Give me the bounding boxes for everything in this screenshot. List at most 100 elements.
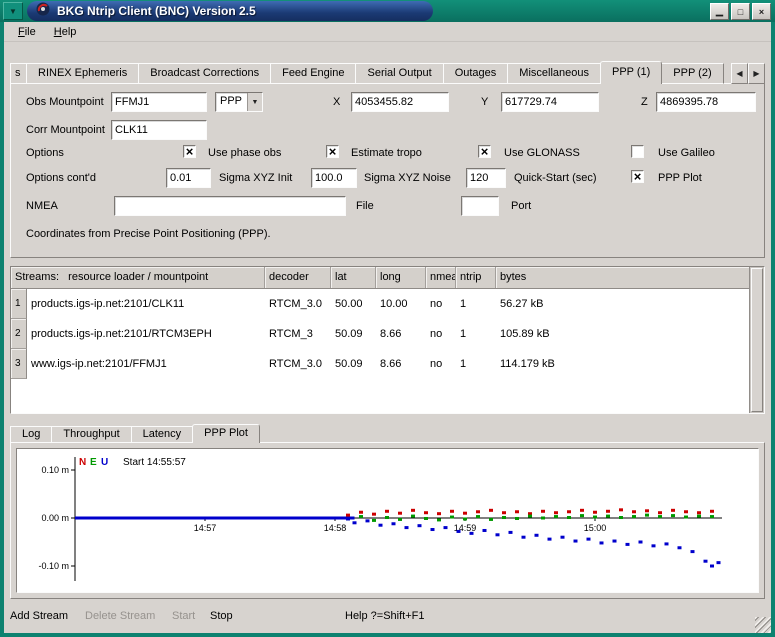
minimize-button[interactable]: ▁ xyxy=(710,3,729,20)
obs-mountpoint-input[interactable] xyxy=(111,92,207,112)
use-phase-obs-checkbox[interactable]: × xyxy=(183,145,196,158)
tab-log[interactable]: Log xyxy=(10,426,52,443)
plot-legend: NEUStart 14:55:57 xyxy=(79,457,186,468)
ppp-plot-checkbox[interactable]: × xyxy=(631,170,644,183)
estimate-tropo-checkbox[interactable]: × xyxy=(326,145,339,158)
start-button[interactable]: Start xyxy=(172,610,195,622)
tab-scroll-left-button[interactable]: ◀ xyxy=(731,63,748,84)
tab-clipped[interactable]: s xyxy=(10,63,27,84)
table-row[interactable]: 1 products.igs-ip.net:2101/CLK11 RTCM_3.… xyxy=(11,289,749,319)
bnc-app-icon xyxy=(36,2,50,21)
sigma-xyz-init-label: Sigma XYZ Init xyxy=(219,172,292,184)
table-row[interactable]: 3 www.igs-ip.net:2101/FFMJ1 RTCM_3.0 50.… xyxy=(11,349,749,379)
table-empty-area xyxy=(11,379,749,413)
streams-table: Streams: resource loader / mountpoint de… xyxy=(10,266,765,414)
z-label: Z xyxy=(641,96,648,108)
use-phase-obs-label: Use phase obs xyxy=(208,147,281,159)
header-ntrip[interactable]: ntrip xyxy=(456,267,496,288)
cell-decoder: RTCM_3.0 xyxy=(265,349,331,379)
quick-start-input[interactable] xyxy=(466,168,506,188)
tab-rinex-ephemeris[interactable]: RINEX Ephemeris xyxy=(26,63,139,84)
plot-series-U xyxy=(346,517,721,567)
menu-help[interactable]: Help xyxy=(46,24,85,40)
cell-ntrip: 1 xyxy=(456,319,496,349)
corr-mountpoint-label: Corr Mountpoint xyxy=(26,124,105,136)
stop-button[interactable]: Stop xyxy=(210,610,233,622)
close-button[interactable]: × xyxy=(752,3,771,20)
cell-decoder: RTCM_3 xyxy=(265,319,331,349)
svg-text:0.00 m: 0.00 m xyxy=(41,513,69,523)
cell-ntrip: 1 xyxy=(456,289,496,319)
title-area: BKG Ntrip Client (BNC) Version 2.5 xyxy=(27,1,433,21)
close-icon: × xyxy=(759,7,764,17)
options-label: Options xyxy=(26,147,64,159)
header-decoder[interactable]: decoder xyxy=(265,267,331,288)
use-galileo-checkbox[interactable] xyxy=(631,145,644,158)
menu-file[interactable]: File xyxy=(10,24,44,40)
header-bytes[interactable]: bytes xyxy=(496,267,749,288)
header-nmea[interactable]: nmea xyxy=(426,267,456,288)
tab-latency[interactable]: Latency xyxy=(131,426,194,443)
resize-grip[interactable] xyxy=(755,617,771,633)
header-long[interactable]: long xyxy=(376,267,426,288)
delete-stream-button[interactable]: Delete Stream xyxy=(85,610,155,622)
tab-ppp-plot[interactable]: PPP Plot xyxy=(192,424,260,443)
svg-text:15:00: 15:00 xyxy=(584,523,607,533)
tab-miscellaneous[interactable]: Miscellaneous xyxy=(507,63,601,84)
header-streams[interactable]: Streams: resource loader / mountpoint xyxy=(11,267,265,288)
cell-decoder: RTCM_3.0 xyxy=(265,289,331,319)
y-label: Y xyxy=(481,96,488,108)
sigma-xyz-init-input[interactable] xyxy=(166,168,211,188)
port-label: Port xyxy=(511,200,531,212)
window-menu-icon: ▼ xyxy=(9,7,17,16)
ppp-plot-canvas: 0.10 m0.00 m-0.10 m14:5714:5814:5915:00N… xyxy=(16,448,759,593)
cell-bytes: 56.27 kB xyxy=(496,289,749,319)
footer-bar: Add Stream Delete Stream Start Stop Help… xyxy=(10,604,765,630)
window-menu-button[interactable]: ▼ xyxy=(3,2,23,20)
use-glonass-checkbox[interactable]: × xyxy=(478,145,491,158)
tab-broadcast-corrections[interactable]: Broadcast Corrections xyxy=(138,63,271,84)
header-lat[interactable]: lat xyxy=(331,267,376,288)
nmea-file-input[interactable] xyxy=(114,196,346,216)
tab-feed-engine[interactable]: Feed Engine xyxy=(270,63,356,84)
cell-long: 10.00 xyxy=(376,289,426,319)
streams-table-header: Streams: resource loader / mountpoint de… xyxy=(11,267,749,289)
table-row[interactable]: 2 products.igs-ip.net:2101/RTCM3EPH RTCM… xyxy=(11,319,749,349)
y-coordinate-input[interactable] xyxy=(501,92,599,112)
minimize-icon: ▁ xyxy=(716,6,723,17)
titlebar[interactable]: ▼ BKG Ntrip Client (BNC) Version 2.5 ▁ □… xyxy=(0,0,775,22)
corr-mountpoint-input[interactable] xyxy=(111,120,207,140)
nmea-port-input[interactable] xyxy=(461,196,499,216)
sigma-xyz-noise-input[interactable] xyxy=(311,168,357,188)
x-coordinate-input[interactable] xyxy=(351,92,449,112)
ppp-mode-combo-value: PPP xyxy=(216,93,247,111)
svg-text:U: U xyxy=(101,457,108,468)
add-stream-button[interactable]: Add Stream xyxy=(10,610,68,622)
cell-bytes: 114.179 kB xyxy=(496,349,749,379)
tab-serial-output[interactable]: Serial Output xyxy=(355,63,443,84)
plot-tabbar: Log Throughput Latency PPP Plot xyxy=(10,424,260,443)
combo-arrow-icon: ▼ xyxy=(247,93,262,111)
maximize-icon: □ xyxy=(738,7,743,17)
tab-ppp-1[interactable]: PPP (1) xyxy=(600,61,662,84)
maximize-button[interactable]: □ xyxy=(731,3,750,20)
tab-ppp-2[interactable]: PPP (2) xyxy=(661,63,723,84)
ppp-plot-panel: 0.10 m0.00 m-0.10 m14:5714:5814:5915:00N… xyxy=(10,442,765,599)
svg-text:E: E xyxy=(90,457,97,468)
left-arrow-icon: ◀ xyxy=(736,69,742,78)
tab-throughput[interactable]: Throughput xyxy=(51,426,131,443)
table-scrollbar[interactable] xyxy=(749,267,764,413)
cell-bytes: 105.89 kB xyxy=(496,319,749,349)
cell-lat: 50.09 xyxy=(331,349,376,379)
estimate-tropo-label: Estimate tropo xyxy=(351,147,422,159)
table-scrollbar-thumb[interactable] xyxy=(751,268,763,412)
streams-table-grid: Streams: resource loader / mountpoint de… xyxy=(11,267,749,413)
cell-mountpoint: products.igs-ip.net:2101/CLK11 xyxy=(27,289,265,319)
tab-scroll-right-button[interactable]: ▶ xyxy=(748,63,765,84)
ppp-mode-combo[interactable]: PPP ▼ xyxy=(215,92,263,112)
tab-outages[interactable]: Outages xyxy=(443,63,509,84)
menubar: File Help xyxy=(4,22,771,42)
z-coordinate-input[interactable] xyxy=(656,92,756,112)
ppp-plot: 0.10 m0.00 m-0.10 m14:5714:5814:5915:00N… xyxy=(17,449,758,592)
cell-mountpoint: products.igs-ip.net:2101/RTCM3EPH xyxy=(27,319,265,349)
